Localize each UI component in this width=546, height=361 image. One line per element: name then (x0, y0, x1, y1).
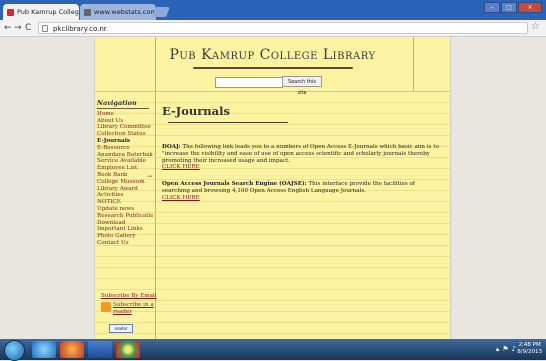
tab-pkc-library[interactable]: Pub Kamrup College Library × (3, 4, 79, 20)
sidebar-item-update-news[interactable]: Update news (97, 206, 153, 213)
sidebar-item-research-publications[interactable]: Research Publications (97, 213, 153, 220)
sidebar-item-about-us[interactable]: About Us (97, 118, 153, 125)
subscribe-email-link[interactable]: Subscribe By Email (101, 293, 157, 299)
new-tab-button[interactable] (152, 7, 170, 17)
site-title: Pub Kamrup College Library (169, 47, 376, 63)
reload-icon[interactable]: C (25, 22, 31, 34)
current-page-arrow-icon: → (147, 173, 153, 180)
clock-time: 2:48 PM (518, 342, 541, 348)
firefox-icon[interactable] (60, 341, 84, 358)
margin-line-right (413, 37, 414, 91)
browser-tab-bar: Pub Kamrup College Library × www.webstat… (0, 0, 546, 20)
main-content: E-Journals DOAJ: The following link lead… (162, 100, 442, 202)
sidebar-item-contact-us[interactable]: Contact Us (97, 240, 153, 247)
navigation-divider (97, 107, 149, 109)
sidebar-item-library-award[interactable]: Library Award (97, 186, 153, 193)
subscribe-reader-line2: reader (113, 309, 132, 315)
sidebar-item-download[interactable]: Download (97, 220, 153, 227)
page-heading: E-Journals (162, 104, 230, 118)
reader-count-badge[interactable]: reader (109, 324, 133, 333)
internet-explorer-icon[interactable] (32, 341, 56, 358)
back-arrow-icon[interactable]: ← (4, 22, 12, 34)
window-controls: – □ × (484, 2, 542, 13)
system-tray: ▴ ⚑ ♪ (496, 345, 516, 353)
sidebar-item-employee-list[interactable]: Employee List (97, 165, 153, 172)
site-header: Pub Kamrup College Library Search this s… (95, 37, 450, 96)
sidebar-item-college-museum[interactable]: College Museum (97, 179, 153, 186)
oajse-label: Open Access Journals Search Engine (OAJS… (162, 181, 307, 188)
sidebar-item-e-resource[interactable]: E-Resource (97, 145, 153, 152)
notepad-page: Pub Kamrup College Library Search this s… (95, 37, 450, 339)
tab-webstats[interactable]: www.webstats.com/page × (80, 4, 156, 20)
doaj-paragraph: DOAJ: The following link leads you to a … (162, 144, 442, 171)
word-icon[interactable] (88, 341, 112, 358)
doaj-description: The following link leads you to a number… (162, 144, 439, 164)
forward-arrow-icon[interactable]: → (14, 22, 22, 34)
subscribe-reader-line1: Subscribe in a (113, 302, 154, 308)
rss-feed-icon[interactable] (101, 302, 111, 312)
sidebar-item-photo-gallery[interactable]: Photo Gallery (97, 233, 153, 240)
bookmark-star-icon[interactable]: ☆ (531, 21, 540, 32)
sidebar-item-anandaya-baterbakat[interactable]: Anandaya Baterbakat (97, 152, 153, 159)
oajse-paragraph: Open Access Journals Search Engine (OAJS… (162, 181, 442, 201)
subscribe-reader-link[interactable]: Subscribe in a reader (113, 302, 154, 316)
title-underline (193, 67, 353, 69)
page-favicon-icon (7, 8, 14, 16)
clock[interactable]: 2:48 PM 8/9/2013 (517, 342, 542, 356)
page-icon (42, 25, 48, 32)
sidebar-item-home[interactable]: Home (97, 111, 153, 118)
network-icon[interactable]: ▴ (496, 345, 500, 353)
sidebar-navigation: Navigation Home About Us Library Committ… (97, 100, 153, 247)
url-text: pkclibrary.co.nr (53, 25, 107, 33)
sidebar-item-service-available[interactable]: Service Available (97, 158, 153, 165)
windows-taskbar: ▴ ⚑ ♪ 2:48 PM 8/9/2013 (0, 339, 546, 361)
oajse-click-here-link[interactable]: CLICK HERE (162, 195, 442, 202)
sidebar-item-library-committee[interactable]: Library Committee (97, 124, 153, 131)
doaj-click-here-link[interactable]: CLICK HERE (162, 164, 442, 171)
close-window-icon[interactable]: × (518, 2, 542, 13)
start-button[interactable] (4, 340, 25, 361)
webstats-favicon-icon (84, 8, 91, 16)
page-viewport: Pub Kamrup College Library Search this s… (0, 37, 546, 339)
address-bar[interactable]: pkclibrary.co.nr (38, 22, 528, 34)
search-site-button[interactable]: Search this site (282, 76, 322, 96)
browser-toolbar: ← → C pkclibrary.co.nr ☆ (0, 20, 546, 37)
clock-date: 8/9/2013 (517, 349, 542, 355)
maximize-icon[interactable]: □ (501, 2, 517, 13)
chrome-icon[interactable] (116, 341, 140, 358)
navigation-heading: Navigation (97, 99, 137, 107)
sidebar-item-activities[interactable]: Activities (97, 192, 153, 199)
minimize-icon[interactable]: – (484, 2, 500, 13)
sidebar-item-book-bank[interactable]: Book Bank (97, 172, 153, 179)
sidebar-item-e-journals[interactable]: E-Journals (97, 138, 153, 145)
sidebar-item-notice[interactable]: NOTICE (97, 199, 153, 206)
site-search-input[interactable] (215, 77, 283, 88)
volume-icon[interactable]: ♪ (512, 345, 516, 353)
tab-label: Pub Kamrup College Library (17, 8, 79, 16)
tab-label: www.webstats.com/page (94, 8, 156, 16)
heading-underline (168, 122, 288, 123)
sidebar-item-important-links[interactable]: Important Links (97, 226, 153, 233)
sidebar-item-collection-status[interactable]: Collection Status (97, 131, 153, 138)
flag-icon[interactable]: ⚑ (502, 345, 508, 353)
doaj-label: DOAJ: (162, 144, 181, 150)
